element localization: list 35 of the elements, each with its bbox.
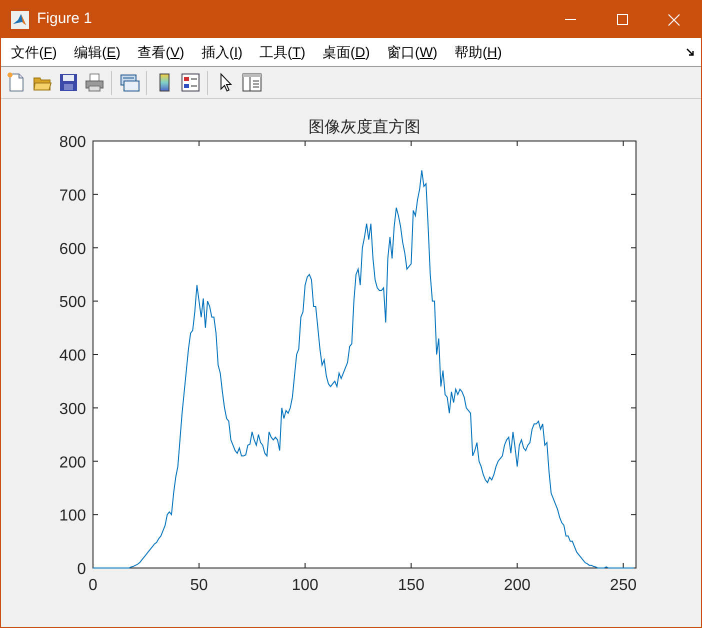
- minimize-icon: [564, 19, 576, 20]
- y-tick-label: 400: [59, 348, 86, 364]
- y-tick-label: 200: [59, 454, 86, 472]
- y-tick-label: 500: [59, 294, 86, 312]
- y-tick-label: 600: [59, 240, 86, 258]
- y-tick-label: 100: [59, 508, 86, 525]
- chart-title: 图像灰度直方图: [308, 117, 420, 136]
- menu-item[interactable]: 桌面(D): [322, 42, 370, 62]
- menu-item[interactable]: 帮助(H): [454, 42, 502, 62]
- panel-layout-icon[interactable]: [240, 72, 262, 94]
- y-tick-label: 700: [59, 187, 86, 204]
- dock-arrow-icon[interactable]: [686, 48, 695, 57]
- menu-item[interactable]: 工具(T): [260, 42, 306, 62]
- linked-windows-icon[interactable]: [118, 72, 140, 94]
- floppy-disk-icon[interactable]: [57, 72, 79, 94]
- x-tick-label: 250: [610, 577, 637, 594]
- x-tick-label: 200: [504, 577, 531, 594]
- window-title: Figure 1: [37, 9, 92, 30]
- y-tick-label: 800: [59, 134, 86, 151]
- legend-icon[interactable]: [179, 72, 201, 94]
- x-tick-label: 0: [88, 577, 98, 594]
- x-tick-label: 100: [292, 577, 318, 594]
- printer-icon[interactable]: [83, 72, 105, 94]
- app-logo-icon: [11, 10, 29, 28]
- menu-item[interactable]: 窗口(W): [386, 42, 438, 62]
- menu-item[interactable]: 插入(I): [201, 42, 243, 62]
- close-icon: [668, 14, 680, 26]
- y-tick-label: 0: [77, 561, 86, 578]
- menu-item[interactable]: 查看(V): [138, 42, 184, 62]
- menu-item[interactable]: 文件(F): [11, 42, 57, 62]
- menu-item[interactable]: 编辑(E): [74, 42, 121, 62]
- maximize-icon: [616, 14, 628, 25]
- y-tick-label: 300: [59, 400, 86, 418]
- x-tick-label: 50: [190, 577, 208, 594]
- x-tick-label: 150: [398, 577, 425, 594]
